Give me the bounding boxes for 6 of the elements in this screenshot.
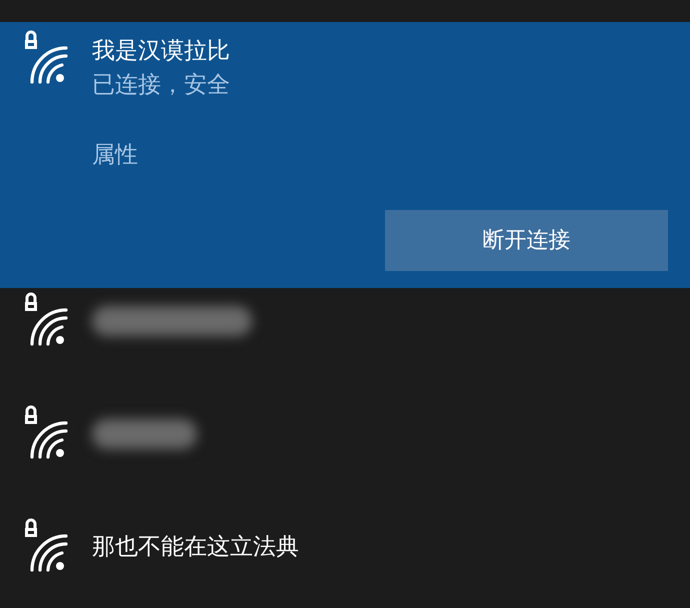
- disconnect-button[interactable]: 断开连接: [385, 210, 668, 271]
- connection-status: 已连接，安全: [92, 71, 230, 100]
- network-name: 我是汉谟拉比: [92, 37, 230, 66]
- network-name: 那也不能在这立法典: [92, 532, 299, 562]
- network-item[interactable]: 那也不能在这立法典: [22, 518, 690, 576]
- properties-link[interactable]: 属性: [92, 138, 138, 172]
